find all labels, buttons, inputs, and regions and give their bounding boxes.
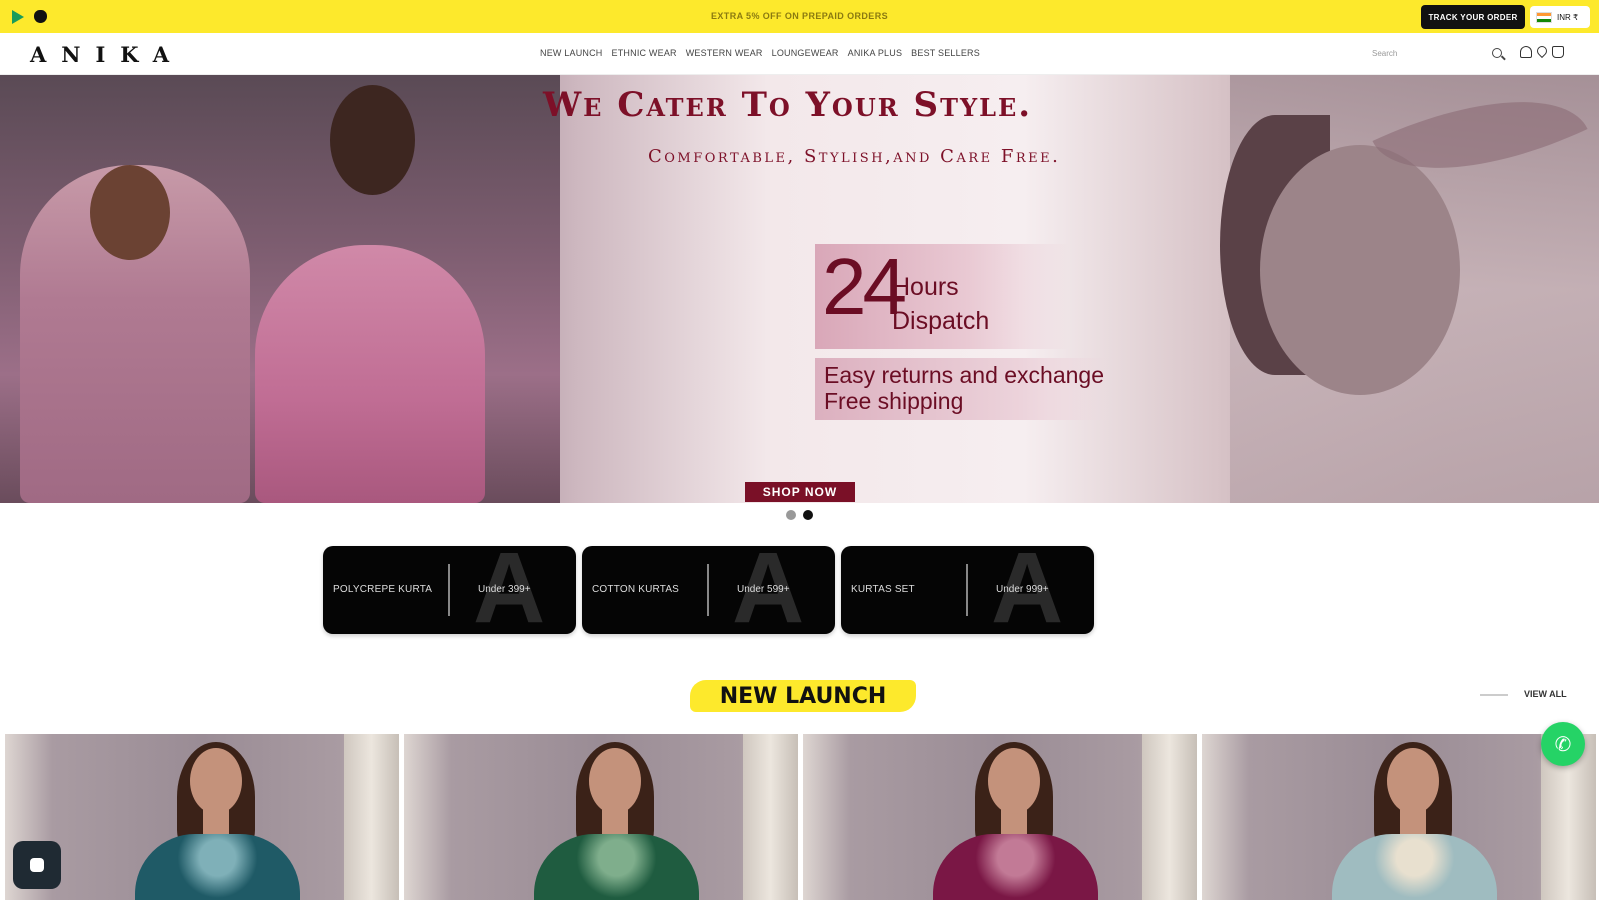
product-image-outfit: [1332, 834, 1497, 900]
hero-banner[interactable]: We Cater To Your Style. Comfortable, Sty…: [0, 75, 1599, 503]
category-tiles: A POLYCREPE KURTA Under 399+ A COTTON KU…: [323, 546, 1094, 634]
announcement-bar: EXTRA 5% OFF ON PREPAID ORDERS TRACK YOU…: [0, 0, 1599, 33]
model-head: [988, 748, 1040, 814]
returns-line-1: Easy returns and exchange: [824, 362, 1105, 388]
nav-item-best-sellers[interactable]: BEST SELLERS: [911, 48, 980, 58]
product-image-outfit: [534, 834, 699, 900]
view-all-link[interactable]: VIEW ALL: [1524, 689, 1567, 699]
category-price: Under 599+: [737, 584, 790, 595]
category-name: POLYCREPE KURTA: [333, 584, 433, 595]
dispatch-hours-number: 24: [822, 242, 907, 331]
carousel-dot-active[interactable]: [803, 510, 813, 520]
category-price: Under 999+: [996, 584, 1049, 595]
nav-item-western-wear[interactable]: WESTERN WEAR: [686, 48, 763, 58]
category-price: Under 399+: [478, 584, 531, 595]
category-name: COTTON KURTAS: [592, 584, 680, 595]
model-head: [1260, 145, 1460, 395]
brand-logo[interactable]: ANIKA: [30, 42, 184, 67]
tile-divider: [966, 564, 968, 616]
product-card[interactable]: [1202, 734, 1596, 900]
returns-line-2: Free shipping: [824, 388, 964, 414]
nav-item-new-launch[interactable]: NEW LAUNCH: [540, 48, 603, 58]
carousel-dot[interactable]: [786, 510, 796, 520]
product-image-outfit: [135, 834, 300, 900]
model-figure: [255, 245, 485, 503]
product-card[interactable]: [803, 734, 1197, 900]
hero-subtitle: Comfortable, Stylish,and Care Free.: [648, 146, 1061, 167]
dispatch-line-1: Hours: [892, 273, 959, 301]
bag-icon[interactable]: [1552, 46, 1564, 58]
curtain-backdrop: [1142, 734, 1197, 900]
tile-divider: [448, 564, 450, 616]
currency-selector[interactable]: INR ₹: [1530, 6, 1590, 28]
search-input[interactable]: Search: [1368, 43, 1508, 65]
model-head: [190, 748, 242, 814]
site-header: ANIKA NEW LAUNCH ETHNIC WEAR WESTERN WEA…: [0, 33, 1599, 75]
model-head: [589, 748, 641, 814]
product-grid: [5, 734, 1596, 900]
product-card[interactable]: [5, 734, 399, 900]
track-order-button[interactable]: TRACK YOUR ORDER: [1421, 5, 1525, 29]
section-title-new-launch: NEW LAUNCH: [690, 680, 916, 712]
product-image-outfit: [933, 834, 1098, 900]
model-head: [1387, 748, 1439, 814]
category-tile-cotton[interactable]: A COTTON KURTAS Under 599+: [582, 546, 835, 634]
product-card[interactable]: [404, 734, 798, 900]
whatsapp-icon[interactable]: ✆: [1541, 722, 1585, 766]
nav-item-anika-plus[interactable]: ANIKA PLUS: [848, 48, 903, 58]
main-nav: NEW LAUNCH ETHNIC WEAR WESTERN WEAR LOUN…: [540, 48, 980, 58]
chat-icon[interactable]: [13, 841, 61, 889]
dispatch-line-2: Dispatch: [892, 307, 990, 335]
shop-now-button[interactable]: SHOP NOW: [745, 482, 855, 502]
search-icon[interactable]: [1492, 48, 1502, 58]
promo-text: EXTRA 5% OFF ON PREPAID ORDERS: [710, 11, 889, 21]
heart-icon[interactable]: [1534, 43, 1550, 59]
model-head: [330, 85, 415, 195]
view-all-line: [1480, 694, 1508, 696]
category-name: KURTAS SET: [851, 584, 915, 595]
header-actions: [1520, 43, 1564, 59]
carousel-dots: [786, 510, 813, 520]
category-tile-kurtas-set[interactable]: A KURTAS SET Under 999+: [841, 546, 1094, 634]
chat-bubble-glyph: [30, 858, 44, 872]
currency-label: INR ₹: [1557, 12, 1579, 22]
model-head: [90, 165, 170, 260]
hero-title: We Cater To Your Style.: [543, 85, 1033, 125]
curtain-backdrop: [743, 734, 798, 900]
user-icon[interactable]: [1520, 46, 1532, 58]
nav-item-loungewear[interactable]: LOUNGEWEAR: [772, 48, 839, 58]
nav-item-ethnic-wear[interactable]: ETHNIC WEAR: [612, 48, 677, 58]
search-placeholder: Search: [1372, 49, 1398, 58]
tile-divider: [707, 564, 709, 616]
india-flag-icon: [1536, 11, 1552, 23]
curtain-backdrop: [344, 734, 399, 900]
category-tile-polycrepe[interactable]: A POLYCREPE KURTA Under 399+: [323, 546, 576, 634]
